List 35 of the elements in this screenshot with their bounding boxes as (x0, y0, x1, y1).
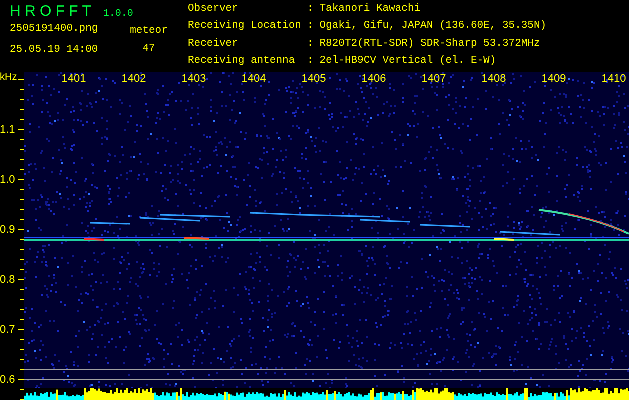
info-label: Observer (188, 3, 240, 17)
info-separator: : (307, 3, 314, 17)
y-axis-label: 0.8 (0, 273, 16, 287)
x-axis-label: 1403 (180, 73, 208, 85)
info-separator: : (307, 20, 314, 34)
x-axis-label: 1401 (60, 73, 88, 85)
x-axis-label: 1404 (240, 73, 268, 85)
counter-value: 47 (142, 43, 156, 55)
x-axis-label: 1406 (360, 73, 388, 85)
info-separator: : (307, 38, 314, 52)
y-axis-label: 1.1 (0, 123, 16, 137)
info-separator: : (307, 54, 314, 69)
app-title: H R O F F T (10, 3, 92, 20)
x-axis-label: 1402 (120, 73, 148, 85)
file-name: 2505191400.png (10, 23, 100, 35)
y-axis-label: 0.7 (0, 323, 16, 337)
unit-label: kHz (0, 72, 18, 83)
info-value: Takanori Kawachi (320, 3, 422, 17)
x-axis-label: 1405 (300, 73, 328, 85)
x-axis-label: 1408 (480, 73, 508, 85)
x-axis-label: 1407 (420, 73, 448, 85)
timestamp: 25.05.19 14:00 (10, 44, 100, 56)
info-value: 2el-HB9CV Vertical (el. E-W) (320, 54, 498, 69)
x-axis-label: 1409 (540, 73, 568, 85)
y-axis-label: 1.0 (0, 173, 16, 187)
info-value: R820T2(RTL-SDR) SDR-Sharp 53.372MHz (320, 38, 542, 52)
info-label: Receiver (188, 38, 240, 52)
y-axis-label: 0.9 (0, 223, 16, 237)
x-axis-label: 1410 (600, 73, 628, 85)
y-axis-label: 0.6 (0, 373, 16, 387)
info-label: Receiving antenna (188, 54, 296, 69)
info-value: Ogaki, Gifu, JAPAN (136.60E, 35.35N) (320, 20, 547, 34)
counter-label: meteor (130, 25, 168, 37)
info-label: Receiving Location (188, 20, 302, 34)
app-version: 1.0.0 (103, 9, 134, 20)
